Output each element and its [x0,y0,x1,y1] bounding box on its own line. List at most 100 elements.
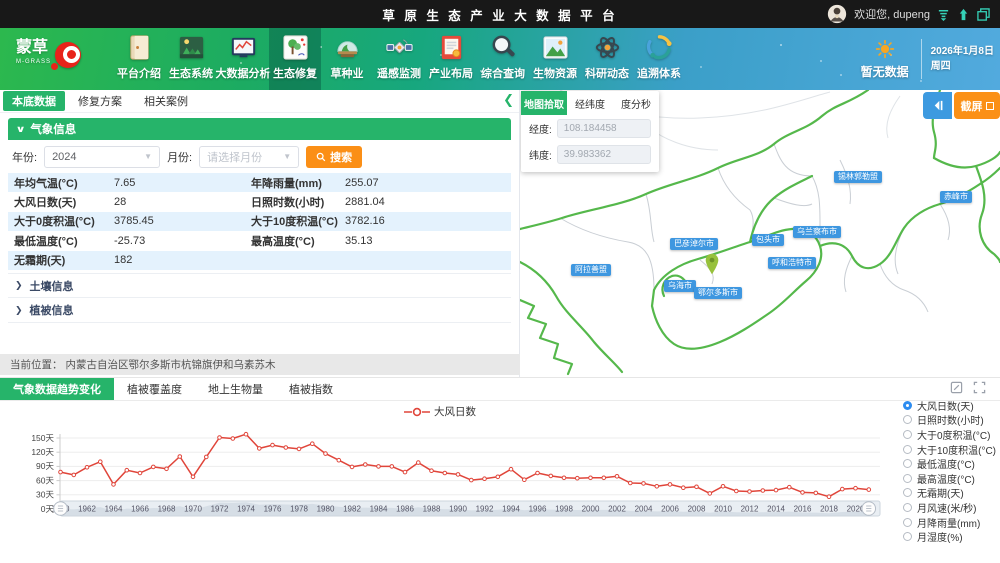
metric-radio-4[interactable]: 大于10度积温(°C) [903,442,996,457]
longitude-input[interactable]: 108.184458 [557,119,651,138]
svg-text:1976: 1976 [264,505,282,514]
trace-system-icon [645,33,674,62]
nav-item-11[interactable]: 追溯体系 [633,28,685,90]
metric-radio-5[interactable]: 最低温度(°C) [903,456,996,471]
nav-item-1[interactable]: 平台介绍 [113,28,165,90]
nav-item-6[interactable]: 遥感监测 [373,28,425,90]
nav-item-label: 平台介绍 [117,65,161,81]
chart-legend[interactable]: 大风日数 [0,404,880,419]
month-label: 月份: [167,149,192,165]
save-image-icon[interactable] [950,381,963,394]
metric-radio-1[interactable]: 大风日数(天) [903,398,996,413]
metric-radio-7[interactable]: 无霜期(天) [903,486,996,501]
city-label[interactable]: 呼和浩特市 [768,257,816,269]
sun-icon [875,39,895,59]
svg-text:1982: 1982 [343,505,361,514]
left-panel-tab-3[interactable]: 相关案例 [135,91,197,111]
coords-panel: 地图拾取经纬度度分秒 经度: 108.184458 纬度: 39.983362 [521,91,659,172]
svg-text:2012: 2012 [741,505,759,514]
chevron-right-icon: ❯ [15,280,23,291]
year-select[interactable]: 2024 ▼ [44,146,160,168]
collapse-left-panel-icon[interactable]: ❮ [503,92,514,108]
metric-radio-6[interactable]: 最高温度(°C) [903,471,996,486]
metric-radio-3[interactable]: 大于0度积温(°C) [903,427,996,442]
comprehensive-query-icon [489,33,518,62]
window-icon[interactable] [977,8,990,21]
accordion-植被信息[interactable]: ❯植被信息 [8,298,511,323]
metric-radio-9[interactable]: 月降雨量(mm) [903,515,996,530]
city-label[interactable]: 乌兰察布市 [793,226,841,238]
chevron-right-icon: ❯ [15,305,23,316]
nav-item-3[interactable]: 大数据分析 [217,28,269,90]
accordion-土壤信息[interactable]: ❯土壤信息 [8,274,511,299]
nav-item-2[interactable]: 生态系统 [165,28,217,90]
weather-section-header[interactable]: ∨ 气象信息 [8,118,511,140]
left-panel-tab-1[interactable]: 本底数据 [3,91,65,111]
city-label[interactable]: 乌海市 [664,280,696,292]
svg-text:2010: 2010 [714,505,732,514]
collapse-left-icon [931,99,944,112]
svg-text:1970: 1970 [184,505,202,514]
nav-item-4[interactable]: 生态修复 [269,28,321,90]
svg-text:1980: 1980 [317,505,335,514]
nav-item-8[interactable]: 综合查询 [477,28,529,90]
ecosystem-icon [177,33,206,62]
svg-text:1964: 1964 [105,505,123,514]
nav-item-10[interactable]: 科研动态 [581,28,633,90]
chevron-down-icon: ∨ [16,124,26,135]
city-label[interactable]: 巴彦淖尔市 [670,238,718,250]
metric-radio-2[interactable]: 日照时数(小时) [903,413,996,428]
nav-item-label: 大数据分析 [216,65,271,81]
svg-text:1974: 1974 [237,505,255,514]
nav-item-9[interactable]: 生物资源 [529,28,581,90]
coords-tab-2[interactable]: 经纬度 [567,91,613,115]
logo-text: 蒙草M-GRASS [16,40,51,70]
city-label[interactable]: 包头市 [752,234,784,246]
accordion-sections: ❯土壤信息❯植被信息 [8,273,511,323]
arrow-up-icon[interactable] [957,8,970,21]
screenshot-button[interactable]: 截屏 [954,92,1000,119]
nav-item-7[interactable]: 产业布局 [425,28,477,90]
grass-seed-icon [333,33,362,62]
chevron-down-icon: ▼ [283,152,291,161]
industry-layout-icon [437,33,466,62]
map-pin-icon [704,253,720,275]
city-label[interactable]: 阿拉善盟 [571,264,611,276]
metric-radio-10[interactable]: 月湿度(%) [903,529,996,544]
nav-item-label: 生态系统 [169,65,213,81]
svg-text:1994: 1994 [502,505,520,514]
city-label[interactable]: 鄂尔多斯市 [694,287,742,299]
radio-icon [903,459,912,468]
weather-status: 暂无数据 [861,63,909,80]
svg-text:150天: 150天 [31,433,54,443]
latitude-input[interactable]: 39.983362 [557,145,651,164]
month-select[interactable]: 请选择月份 ▼ [199,146,299,168]
left-panel: 本底数据修复方案相关案例 ❮ ∨ 气象信息 年份: 2024 ▼ 月份: 请选择… [0,90,520,377]
coords-tab-3[interactable]: 度分秒 [613,91,659,115]
svg-text:2016: 2016 [794,505,812,514]
svg-text:30天: 30天 [36,490,54,500]
svg-text:1962: 1962 [78,505,96,514]
weather-info-card: ∨ 气象信息 年份: 2024 ▼ 月份: 请选择月份 ▼ [8,118,511,270]
weather-section-title: 气象信息 [30,121,76,137]
fullscreen-icon[interactable] [973,381,986,394]
avatar[interactable] [827,4,847,24]
svg-text:2018: 2018 [820,505,838,514]
radio-icon [903,518,912,527]
svg-text:120天: 120天 [31,447,54,457]
sort-icon[interactable] [937,8,950,21]
logo[interactable]: 蒙草M-GRASS [16,40,81,70]
coords-tab-1[interactable]: 地图拾取 [521,91,567,115]
user-area: 欢迎您, dupeng [827,0,990,28]
nav-item-5[interactable]: 草种业 [321,28,373,90]
svg-text:1984: 1984 [370,505,388,514]
collapse-map-tools-button[interactable] [923,92,952,119]
svg-text:2000: 2000 [582,505,600,514]
left-panel-tab-2[interactable]: 修复方案 [69,91,131,111]
map-area[interactable]: 锡林郭勒盟赤峰市乌兰察布市包头市 巴彦淖尔市呼和浩特市阿拉善盟乌海市鄂尔多斯市 地… [520,90,1000,377]
city-label[interactable]: 锡林郭勒盟 [834,171,882,183]
metric-radio-8[interactable]: 月风速(米/秒) [903,500,996,515]
trend-panel: 0天30天60天90天120天150天196019621964196619681… [0,377,1000,562]
search-button[interactable]: 搜索 [306,146,362,168]
city-label[interactable]: 赤峰市 [940,191,972,203]
